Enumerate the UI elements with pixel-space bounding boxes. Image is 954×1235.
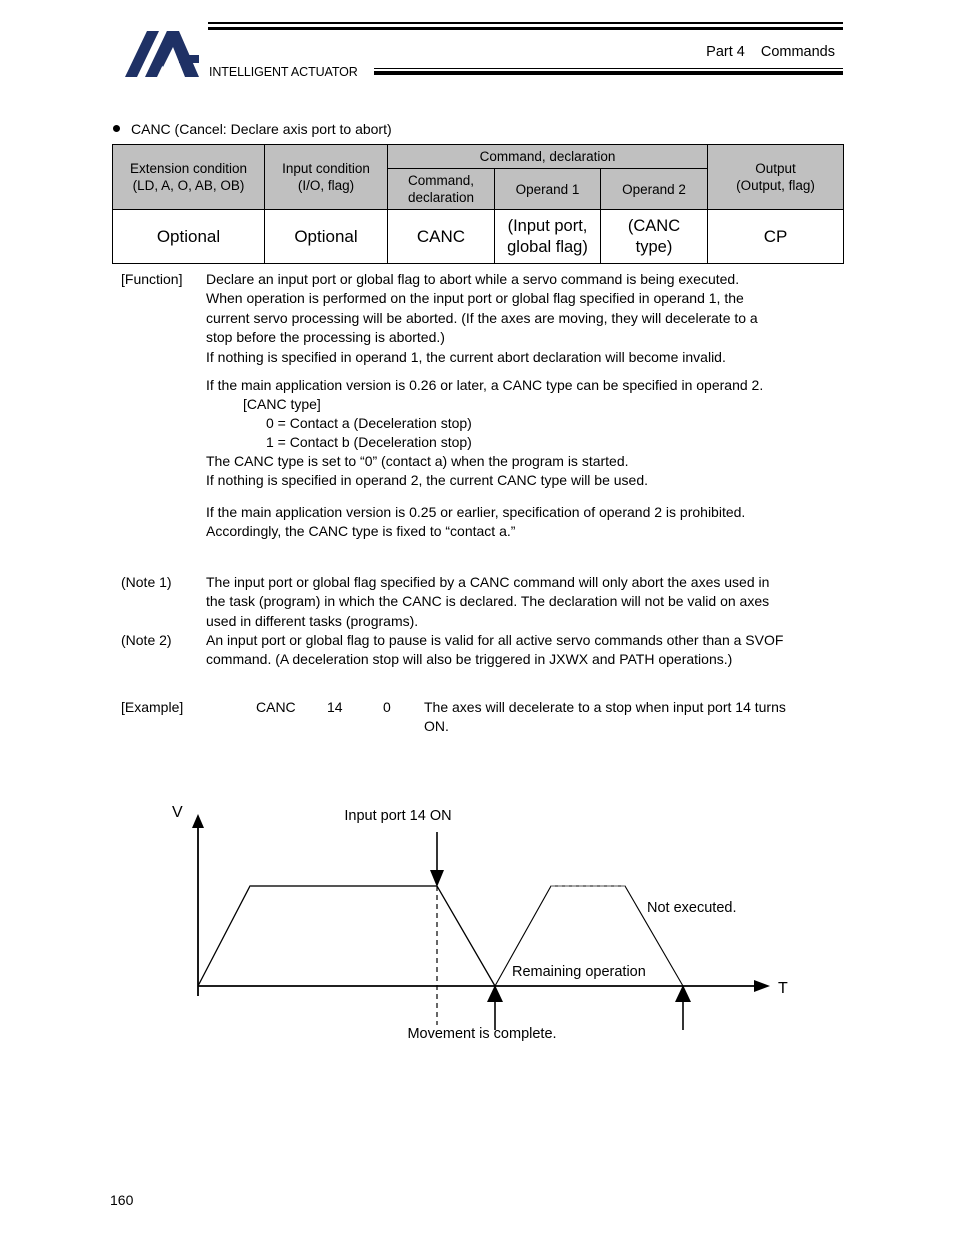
example-command: CANC	[256, 699, 296, 715]
axis-t-arrowhead	[754, 980, 770, 992]
value-command-declaration: CANC	[387, 209, 495, 264]
annotation-movement-is-complete: Movement is complete.	[407, 1026, 556, 1042]
example-operand-1: 14	[327, 699, 343, 715]
example-description: The axes will decelerate to a stop when …	[424, 699, 786, 735]
note-2-text: An input port or global flag to pause is…	[206, 632, 784, 668]
command-title-text: CANC (Cancel: Declare axis port to abort…	[131, 121, 392, 137]
value-operand-2: (CANC type)	[599, 209, 709, 264]
header-extension-condition: Extension condition (LD, A, O, AB, OB)	[112, 144, 265, 210]
not-executed-end-arrow-head-icon	[675, 985, 691, 1002]
canc-type-option-0: 0 = Contact a (Deceleration stop)	[266, 415, 472, 431]
function-paragraph-1: Declare an input port or global flag to …	[206, 271, 758, 365]
table-value-row: Optional Optional CANC (Input port, glob…	[112, 209, 845, 264]
header-section-label: Commands	[760, 44, 835, 60]
header-input-condition: Input condition (I/O, flag)	[264, 144, 388, 210]
annotation-input-port-14-on: Input port 14 ON	[344, 808, 451, 824]
annotation-not-executed: Not executed.	[647, 900, 736, 916]
value-extension-condition: Optional	[112, 209, 265, 264]
page-number: 160	[110, 1192, 134, 1208]
bullet-dot-icon	[113, 125, 120, 132]
page-header: INTELLIGENT ACTUATOR Part 4 Commands	[0, 0, 954, 100]
value-operand-1: (Input port, global flag)	[494, 209, 601, 264]
header-rule-top-lower	[208, 27, 843, 30]
command-spec-table: Extension condition (LD, A, O, AB, OB) I…	[112, 144, 845, 264]
annotation-remaining-operation: Remaining operation	[512, 964, 646, 980]
command-title: CANC (Cancel: Declare axis port to abort…	[113, 121, 392, 137]
value-output: CP	[707, 209, 845, 264]
value-input-condition: Optional	[264, 209, 388, 264]
function-paragraph-2-rest: The CANC type is set to “0” (contact a) …	[206, 453, 649, 489]
velocity-time-plot: V T Input port 14 ON Not executed. Remai…	[172, 804, 788, 1042]
header-part-label: Part 4	[706, 44, 745, 60]
axis-v-arrowhead	[192, 814, 204, 828]
function-paragraph-2-line-1: If the main application version is 0.26 …	[206, 377, 764, 393]
header-command-declaration-group: Command, declaration	[386, 144, 709, 169]
header-operand-2: Operand 2	[599, 168, 709, 210]
table-group-header-row: Extension condition (LD, A, O, AB, OB) I…	[112, 144, 845, 210]
header-command-declaration: Command, declaration	[387, 168, 495, 210]
axis-v-label: V	[172, 804, 183, 821]
header-rule-bottom-thin	[374, 68, 843, 69]
header-company-name: INTELLIGENT ACTUATOR	[209, 65, 358, 79]
header-operand-1: Operand 1	[494, 168, 601, 210]
input-port-arrow-head-icon	[430, 870, 444, 887]
header-rule-bottom	[374, 71, 843, 75]
axis-t-label: T	[778, 980, 788, 997]
motion-profile-executed	[197, 885, 496, 987]
canc-type-header: [CANC type]	[243, 396, 321, 412]
note-2-label: (Note 2)	[121, 632, 172, 648]
function-label: [Function]	[121, 271, 183, 287]
header-output: Output (Output, flag)	[707, 144, 845, 210]
header-part-section: Part 4 Commands	[706, 44, 835, 60]
note-1-text: The input port or global flag specified …	[206, 574, 770, 629]
function-paragraph-3: If the main application version is 0.25 …	[206, 504, 746, 540]
ia-logo-icon	[125, 31, 199, 77]
velocity-time-diagram: V T Input port 14 ON Not executed. Remai…	[150, 790, 830, 1060]
example-operand-2: 0	[383, 699, 391, 715]
header-rule-top-upper	[208, 22, 843, 24]
movement-complete-arrow-head-icon	[487, 985, 503, 1002]
canc-type-option-1: 1 = Contact b (Deceleration stop)	[266, 434, 472, 450]
note-1-label: (Note 1)	[121, 574, 172, 590]
example-label: [Example]	[121, 699, 184, 715]
